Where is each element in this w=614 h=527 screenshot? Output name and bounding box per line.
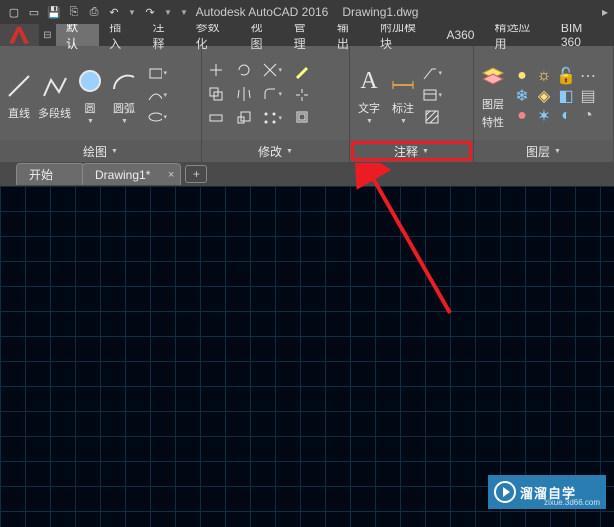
layer-walk-icon[interactable]: ◔ (578, 106, 598, 126)
text-icon: A (354, 64, 384, 98)
undo-icon[interactable]: ↶ (106, 4, 122, 20)
hatch-icon[interactable] (422, 107, 442, 127)
circle-icon (75, 64, 105, 98)
rotate-icon[interactable] (234, 60, 254, 80)
dimension-icon (388, 64, 418, 98)
rect-icon[interactable]: ▾ (147, 63, 167, 83)
search-area[interactable]: ▸ (602, 5, 608, 19)
arc-icon (109, 64, 139, 98)
app-title: Autodesk AutoCAD 2016 (196, 5, 329, 19)
tool-layer-prop[interactable]: 图层 特性 (478, 60, 508, 130)
close-icon[interactable]: × (168, 169, 174, 181)
layer-off-icon[interactable]: ● (512, 106, 532, 126)
tab-featured[interactable]: 精选应用 (484, 24, 550, 46)
explode-icon[interactable] (292, 85, 312, 105)
move-icon[interactable] (206, 60, 226, 80)
layer-thaw-icon[interactable]: ✶ (534, 106, 554, 126)
print-icon[interactable]: ⎙ (86, 4, 102, 20)
layer-properties-icon (478, 60, 508, 94)
qat-more-icon[interactable]: ▼ (178, 4, 190, 20)
polyline-icon (40, 69, 70, 103)
fillet-icon[interactable]: ▾ (262, 84, 282, 104)
array-icon[interactable]: ▾ (262, 108, 282, 128)
tab-bim360[interactable]: BIM 360 (551, 24, 614, 46)
layer-lock-icon[interactable]: 🔓 (556, 66, 576, 86)
app-logo[interactable] (0, 24, 39, 46)
ellipse-icon[interactable]: ▾ (147, 107, 167, 127)
document-tabs: 开始 Drawing1* × + (0, 162, 614, 186)
scale-icon[interactable] (234, 108, 254, 128)
doctab-drawing[interactable]: Drawing1* × (82, 163, 181, 185)
panel-footer-row: 绘图▼ 修改▼ 注释▼ 图层▼ (0, 140, 614, 162)
add-tab-button[interactable]: + (185, 165, 207, 183)
tool-arc[interactable]: 圆弧 ▼ (109, 64, 139, 125)
redo-dropdown-icon[interactable]: ▼ (162, 4, 174, 20)
save-icon[interactable]: 💾 (46, 4, 62, 20)
offset-icon[interactable] (292, 107, 312, 127)
layer-sun-icon[interactable]: ☼ (534, 66, 554, 86)
layer-state-icon[interactable]: ▤ (578, 86, 598, 106)
tab-a360[interactable]: A360 (436, 24, 484, 46)
chevron-down-icon[interactable]: ▼ (121, 118, 128, 125)
panel-layer: 图层 特性 ● ☼ 🔓 ⋯ ❄ ◈ ◧ ▤ ● ✶ ◐ ◔ (474, 46, 614, 140)
panel-draw: 直线 多段线 圆 ▼ 圆弧 ▼ ▾ ▾ ▾ (0, 46, 202, 140)
redo-icon[interactable]: ↷ (142, 4, 158, 20)
menu-toggle-icon[interactable]: ⊟ (39, 24, 56, 46)
erase-icon[interactable] (292, 63, 312, 83)
panel-modify: ▾ ▾ ▾ (202, 46, 350, 140)
tab-param[interactable]: 参数化 (186, 24, 241, 46)
leader-icon[interactable]: ▾ (422, 63, 442, 83)
layer-more-icon[interactable]: ⋯ (578, 66, 598, 86)
spline-icon[interactable]: ▾ (147, 85, 167, 105)
saveas-icon[interactable]: ⎘ (66, 4, 82, 20)
tool-polyline[interactable]: 多段线 (38, 69, 71, 121)
tab-insert[interactable]: 插入 (99, 24, 142, 46)
tool-circle[interactable]: 圆 ▼ (75, 64, 105, 125)
panel-label-draw[interactable]: 绘图▼ (0, 140, 202, 162)
tab-manage[interactable]: 管理 (284, 24, 327, 46)
title-bar: ▢ ▭ 💾 ⎘ ⎙ ↶ ▼ ↷ ▼ ▼ Autodesk AutoCAD 201… (0, 0, 614, 24)
chevron-down-icon[interactable]: ▼ (400, 118, 407, 125)
play-icon (494, 481, 516, 503)
file-title: Drawing1.dwg (342, 5, 418, 19)
line-icon (4, 69, 34, 103)
new-icon[interactable]: ▢ (6, 4, 22, 20)
tab-view[interactable]: 视图 (240, 24, 283, 46)
panel-annotation: A 文字 ▼ 标注 ▼ ▾ ▾ (350, 46, 474, 140)
tab-default[interactable]: 默认 (56, 24, 99, 46)
trim-icon[interactable]: ▾ (262, 60, 282, 80)
layer-iso-icon[interactable]: ◈ (534, 86, 554, 106)
menu-bar: ⊟ 默认 插入 注释 参数化 视图 管理 输出 附加模块 A360 精选应用 B… (0, 24, 614, 46)
chevron-down-icon[interactable]: ▼ (87, 118, 94, 125)
open-icon[interactable]: ▭ (26, 4, 42, 20)
tab-output[interactable]: 输出 (327, 24, 370, 46)
mirror-icon[interactable] (234, 84, 254, 104)
quick-access-toolbar: ▢ ▭ 💾 ⎘ ⎙ ↶ ▼ ↷ ▼ ▼ (0, 4, 196, 20)
layer-freeze-icon[interactable]: ❄ (512, 86, 532, 106)
layer-unlock-icon[interactable]: ◐ (556, 106, 576, 126)
layer-bulb-icon[interactable]: ● (512, 66, 532, 86)
panel-label-modify[interactable]: 修改▼ (202, 140, 350, 162)
doctab-start[interactable]: 开始 (16, 163, 84, 185)
panel-label-annotation[interactable]: 注释▼ (350, 140, 474, 162)
ribbon: 直线 多段线 圆 ▼ 圆弧 ▼ ▾ ▾ ▾ (0, 46, 614, 140)
tool-text[interactable]: A 文字 ▼ (354, 64, 384, 125)
chevron-down-icon[interactable]: ▼ (366, 118, 373, 125)
panel-label-layer[interactable]: 图层▼ (474, 140, 614, 162)
undo-dropdown-icon[interactable]: ▼ (126, 4, 138, 20)
tab-annotate[interactable]: 注释 (142, 24, 185, 46)
tab-addon[interactable]: 附加模块 (370, 24, 436, 46)
layer-match-icon[interactable]: ◧ (556, 86, 576, 106)
watermark: 溜溜自学 zixue.3d66.com (488, 475, 606, 509)
stretch-icon[interactable] (206, 108, 226, 128)
copy-icon[interactable] (206, 84, 226, 104)
table-icon[interactable]: ▾ (422, 85, 442, 105)
tool-dim[interactable]: 标注 ▼ (388, 64, 418, 125)
tool-line[interactable]: 直线 (4, 69, 34, 121)
